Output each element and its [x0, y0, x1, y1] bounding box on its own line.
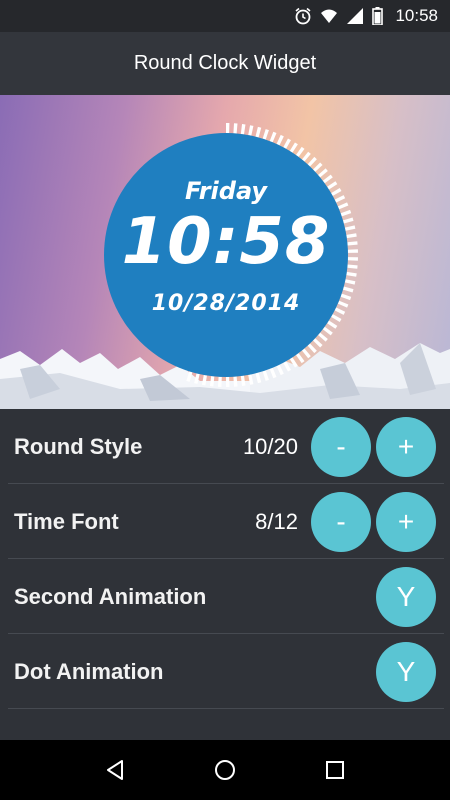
clock-date: 10/28/2014	[151, 291, 301, 316]
recents-icon[interactable]	[321, 756, 349, 784]
setting-row-time-font: Time Font 8/12 - +	[0, 484, 450, 559]
setting-row-dot-animation: Dot Animation Y	[0, 634, 450, 709]
setting-label: Dot Animation	[14, 658, 164, 684]
setting-label: Time Font	[14, 508, 119, 534]
navigation-bar	[0, 740, 450, 800]
round-style-plus-button[interactable]: +	[376, 416, 436, 477]
second-animation-toggle-button[interactable]: Y	[376, 566, 436, 627]
settings-list: Round Style 10/20 - + Time Font 8/12 - +…	[0, 409, 450, 709]
setting-row-round-style: Round Style 10/20 - +	[0, 409, 450, 484]
page-title: Round Clock Widget	[133, 52, 317, 74]
dot-animation-toggle-button[interactable]: Y	[376, 641, 436, 702]
setting-label: Round Style	[14, 433, 143, 459]
clock-time: 10:58	[121, 205, 331, 279]
clock-day: Friday	[184, 177, 268, 205]
status-time: 10:58	[395, 6, 438, 25]
setting-value: 8/12	[255, 508, 298, 534]
widget-preview: Friday 10:58 10/28/2014	[0, 95, 450, 409]
wifi-icon	[320, 7, 338, 25]
home-icon[interactable]	[211, 756, 239, 784]
status-bar: 10:58	[0, 0, 450, 32]
setting-value: 10/20	[242, 433, 298, 459]
app-header: Round Clock Widget	[0, 32, 450, 95]
clock-face: Friday 10:58 10/28/2014	[104, 133, 348, 377]
signal-icon	[346, 7, 364, 25]
alarm-icon	[294, 7, 312, 25]
time-font-plus-button[interactable]: +	[376, 491, 436, 552]
battery-icon	[372, 7, 384, 26]
time-font-minus-button[interactable]: -	[311, 491, 371, 552]
back-icon[interactable]	[101, 756, 129, 784]
setting-label: Second Animation	[14, 583, 207, 609]
round-style-minus-button[interactable]: -	[311, 416, 371, 477]
setting-row-second-animation: Second Animation Y	[0, 559, 450, 634]
